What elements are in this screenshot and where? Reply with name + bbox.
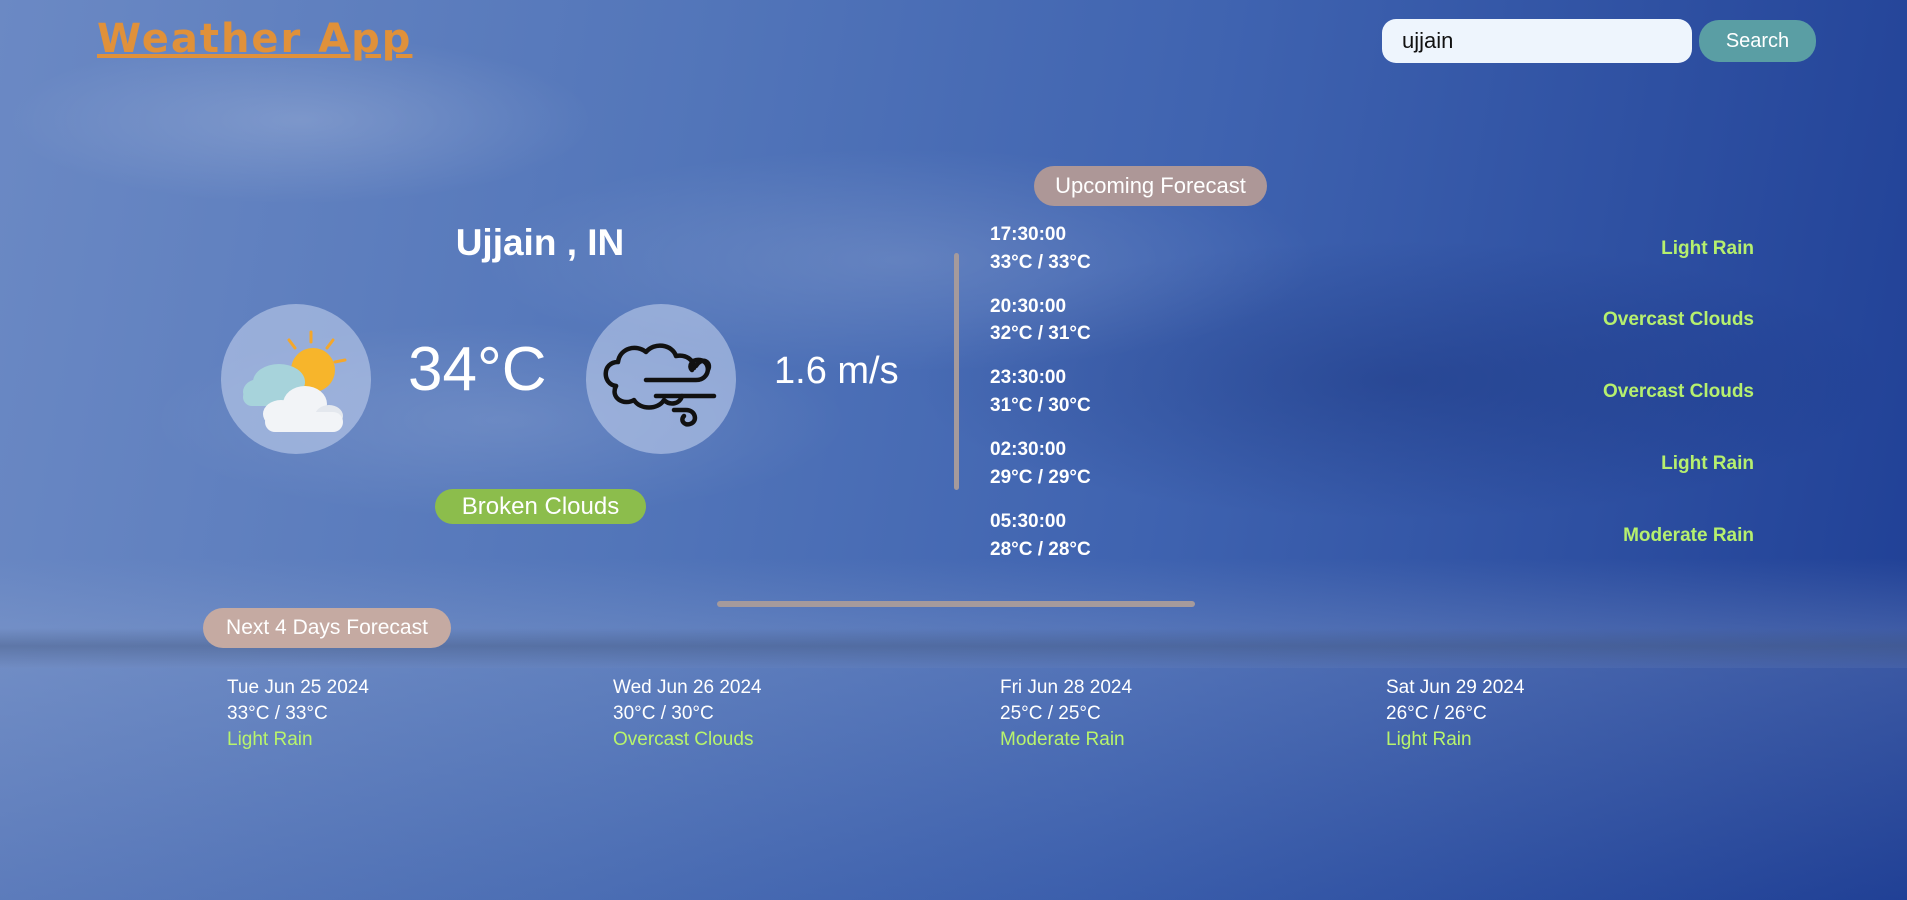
day-forecast-card: Tue Jun 25 2024 33°C / 33°C Light Rain (227, 675, 369, 753)
day-description: Light Rain (1386, 729, 1472, 750)
forecast-description: Moderate Rain (1623, 525, 1754, 546)
weather-icon-circle (221, 304, 371, 454)
forecast-temp: 32°C / 31°C (990, 323, 1091, 344)
search-input[interactable] (1382, 19, 1692, 63)
day-forecast-card: Wed Jun 26 2024 30°C / 30°C Overcast Clo… (613, 675, 762, 753)
forecast-description: Overcast Clouds (1603, 309, 1754, 330)
forecast-description: Light Rain (1661, 453, 1754, 474)
weather-description-badge: Broken Clouds (435, 489, 646, 524)
forecast-time: 05:30:00 (990, 511, 1067, 532)
forecast-temp: 28°C / 28°C (990, 539, 1091, 560)
day-forecast-card: Fri Jun 28 2024 25°C / 25°C Moderate Rai… (1000, 675, 1132, 753)
day-description: Overcast Clouds (613, 729, 754, 750)
city-name: Ujjain , IN (455, 222, 625, 263)
forecast-temp: 31°C / 30°C (990, 395, 1091, 416)
day-temp: 26°C / 26°C (1386, 703, 1487, 724)
day-date: Fri Jun 28 2024 (1000, 677, 1133, 698)
day-description: Light Rain (227, 729, 313, 750)
search-button[interactable]: Search (1699, 20, 1816, 62)
horizontal-divider (717, 601, 1195, 607)
sun-cloud-icon (243, 330, 347, 432)
day-description: Moderate Rain (1000, 729, 1125, 750)
vertical-divider (954, 253, 959, 490)
wind-icon-circle (586, 304, 736, 454)
forecast-description: Light Rain (1661, 238, 1754, 259)
forecast-time: 20:30:00 (990, 296, 1067, 317)
forecast-time: 23:30:00 (990, 367, 1067, 388)
forecast-temp: 29°C / 29°C (990, 467, 1091, 488)
day-temp: 30°C / 30°C (613, 703, 714, 724)
app-logo[interactable]: Weather App (97, 16, 412, 62)
wind-speed: 1.6 m/s (774, 350, 899, 392)
day-date: Wed Jun 26 2024 (613, 677, 762, 698)
forecast-time: 02:30:00 (990, 439, 1067, 460)
current-temperature: 34°C (408, 335, 547, 404)
day-forecast-card: Sat Jun 29 2024 26°C / 26°C Light Rain (1386, 675, 1524, 753)
forecast-description: Overcast Clouds (1603, 381, 1754, 402)
next-days-forecast-title: Next 4 Days Forecast (203, 608, 451, 648)
day-temp: 25°C / 25°C (1000, 703, 1101, 724)
forecast-temp: 33°C / 33°C (990, 252, 1091, 273)
day-date: Tue Jun 25 2024 (227, 677, 369, 698)
day-temp: 33°C / 33°C (227, 703, 328, 724)
forecast-time: 17:30:00 (990, 224, 1067, 245)
day-date: Sat Jun 29 2024 (1386, 677, 1525, 698)
upcoming-forecast-title: Upcoming Forecast (1034, 166, 1267, 206)
wind-cloud-icon (603, 343, 717, 427)
